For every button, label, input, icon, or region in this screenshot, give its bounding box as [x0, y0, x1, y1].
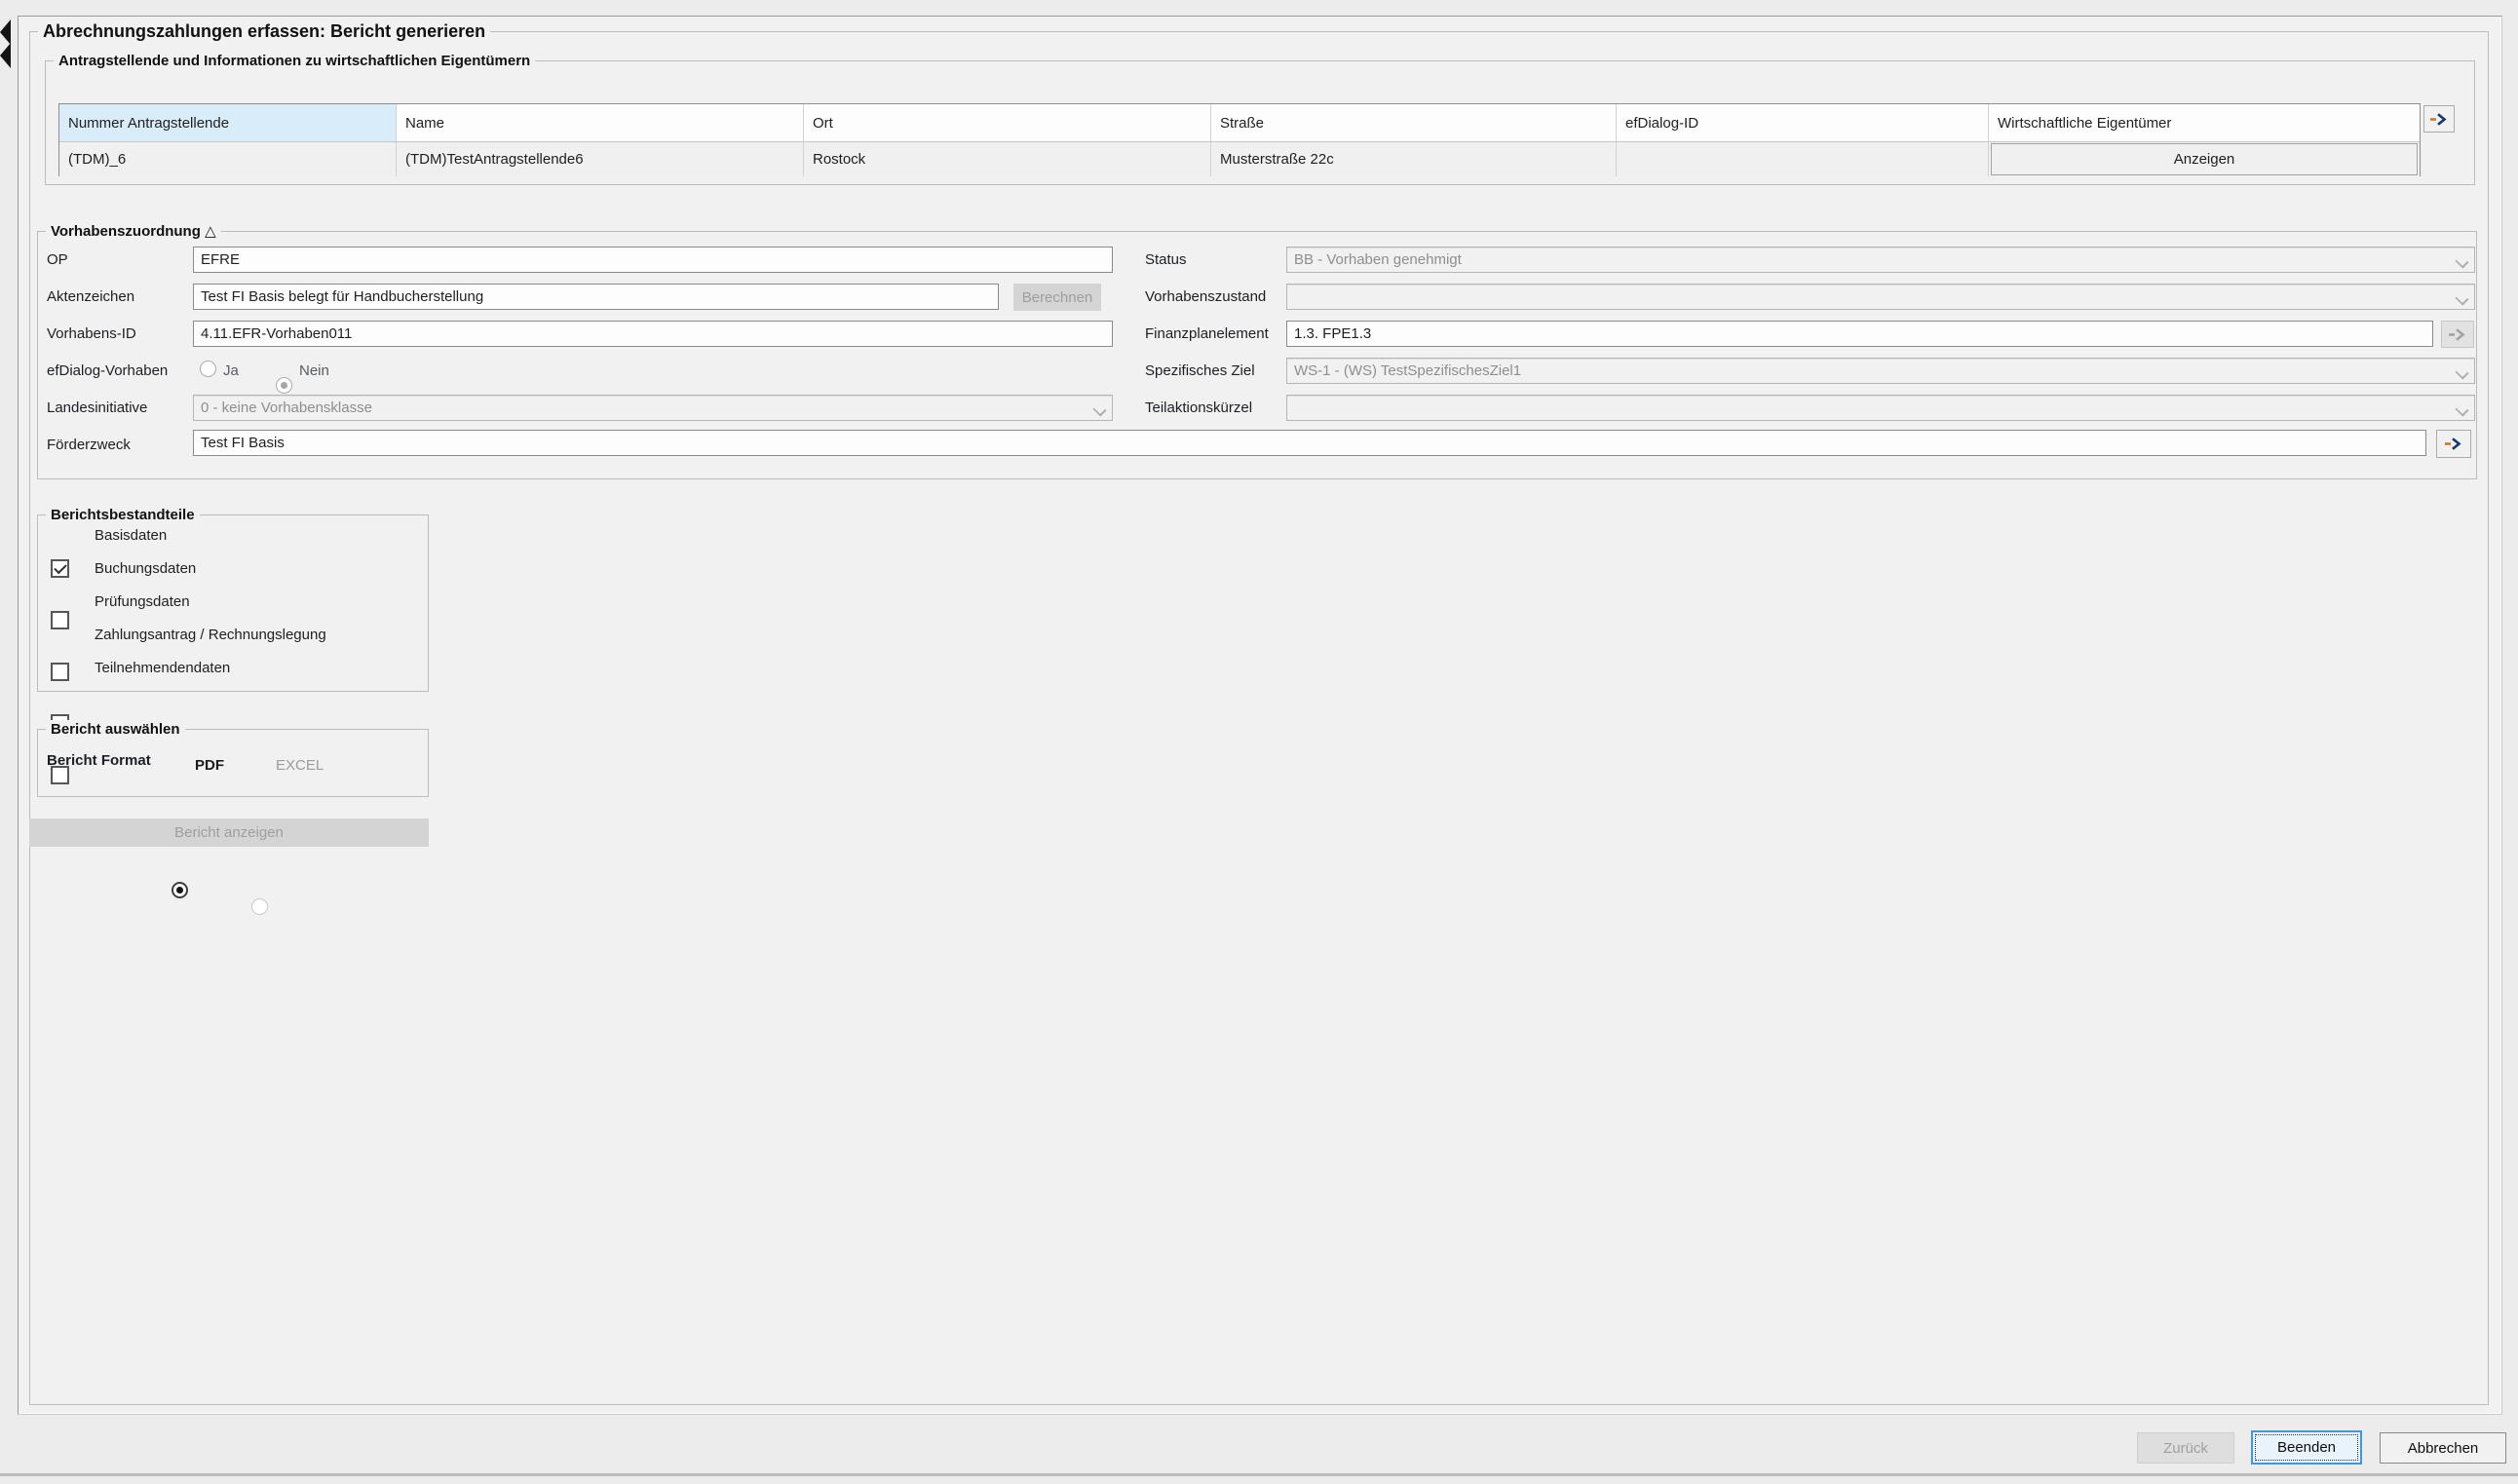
- beenden-button[interactable]: Beenden: [2251, 1430, 2362, 1465]
- pdf-radio[interactable]: [172, 882, 188, 898]
- finanzplanelement-input[interactable]: 1.3. FPE1.3: [1286, 321, 2433, 347]
- applicant-table: Nummer Antragstellende Name Ort Straße e…: [58, 103, 2421, 176]
- bericht-format-label: Bericht Format: [47, 752, 151, 769]
- chevron-down-icon: [2455, 291, 2468, 305]
- column-header-ort[interactable]: Ort: [804, 104, 1211, 141]
- berechnen-button[interactable]: Berechnen: [1013, 284, 1101, 311]
- column-header-wirtschaftliche-eigentuemer[interactable]: Wirtschaftliche Eigentümer: [1989, 104, 2420, 141]
- zurueck-button[interactable]: Zurück: [2137, 1432, 2234, 1464]
- page-title: Abrechnungszahlungen erfassen: Bericht g…: [38, 20, 490, 42]
- vorhabenszustand-label: Vorhabenszustand: [1145, 288, 1266, 305]
- landesinitiative-label: Landesinitiative: [47, 400, 147, 416]
- vorhaben-group-title-text: Vorhabenszuordnung: [51, 223, 201, 240]
- efdialog-vorhaben-label: efDialog-Vorhaben: [47, 362, 168, 379]
- column-header-nummer[interactable]: Nummer Antragstellende: [59, 104, 397, 141]
- arrow-right-icon: [2448, 328, 2467, 341]
- finanzplanelement-label: Finanzplanelement: [1145, 325, 1269, 342]
- arrow-left-icon: [0, 43, 11, 68]
- cell-efdialog-id: [1617, 142, 1989, 176]
- bericht-auswaehlen-group-title: Bericht auswählen: [46, 720, 185, 739]
- basisdaten-label: Basisdaten: [95, 527, 167, 544]
- window-bottom-edge: [0, 1473, 2518, 1476]
- spezifisches-ziel-select[interactable]: WS-1 - (WS) TestSpezifischesZiel1: [1286, 358, 2475, 384]
- vorhabens-id-input[interactable]: 4.11.EFR-Vorhaben011: [193, 321, 1113, 347]
- cell-nummer: (TDM)_6: [59, 142, 397, 176]
- vorhabens-id-label: Vorhabens-ID: [47, 325, 136, 342]
- aktenzeichen-input[interactable]: Test FI Basis belegt für Handbucherstell…: [193, 284, 999, 310]
- zahlungsantrag-label: Zahlungsantrag / Rechnungslegung: [95, 627, 326, 643]
- buchungsdaten-checkbox[interactable]: [51, 611, 69, 629]
- column-header-efdialog-id[interactable]: efDialog-ID: [1617, 104, 1989, 141]
- efdialog-nein-radio[interactable]: [276, 377, 292, 394]
- berichtsbestandteile-group-title: Berichtsbestandteile: [46, 506, 200, 524]
- cell-strasse: Musterstraße 22c: [1211, 142, 1617, 176]
- status-select[interactable]: BB - Vorhaben genehmigt: [1286, 247, 2475, 273]
- spezifisches-ziel-label: Spezifisches Ziel: [1145, 362, 1255, 379]
- teilnehmendendaten-label: Teilnehmendendaten: [95, 660, 230, 676]
- foerderzweck-open-button[interactable]: [2436, 430, 2471, 458]
- status-label: Status: [1145, 251, 1187, 268]
- spezifisches-ziel-value: WS-1 - (WS) TestSpezifischesZiel1: [1294, 362, 1521, 379]
- buchungsdaten-label: Buchungsdaten: [95, 560, 196, 577]
- pdf-label: PDF: [195, 757, 224, 774]
- foerderzweck-label: Förderzweck: [47, 437, 131, 453]
- vorhabenszustand-select[interactable]: [1286, 284, 2475, 310]
- arrow-right-icon: [2429, 113, 2449, 126]
- excel-label: EXCEL: [276, 757, 324, 774]
- efdialog-nein-label: Nein: [299, 362, 329, 379]
- aktenzeichen-label: Aktenzeichen: [47, 288, 134, 305]
- cell-name: (TDM)TestAntragstellende6: [397, 142, 804, 176]
- column-header-strasse[interactable]: Straße: [1211, 104, 1617, 141]
- abbrechen-button[interactable]: Abbrechen: [2380, 1432, 2506, 1464]
- vorhaben-group-title: Vorhabenszuordnung △: [46, 222, 221, 241]
- arrow-right-icon: [2444, 438, 2463, 450]
- cell-wirtschaftliche-eigentuemer: Anzeigen: [1989, 142, 2420, 176]
- collapse-triangle-icon[interactable]: △: [205, 223, 216, 240]
- teilaktionskuerzel-label: Teilaktionskürzel: [1145, 400, 1252, 416]
- applicant-group-title: Antragstellende und Informationen zu wir…: [54, 52, 535, 70]
- finanzplanelement-open-button[interactable]: [2441, 321, 2474, 348]
- open-applicant-button[interactable]: [2423, 105, 2455, 133]
- landesinitiative-select[interactable]: 0 - keine Vorhabensklasse: [193, 395, 1113, 421]
- op-input[interactable]: EFRE: [193, 247, 1113, 273]
- table-header-row: Nummer Antragstellende Name Ort Straße e…: [59, 104, 2420, 142]
- status-value: BB - Vorhaben genehmigt: [1294, 251, 1462, 268]
- chevron-down-icon: [2455, 402, 2468, 416]
- cell-ort: Rostock: [804, 142, 1211, 176]
- basisdaten-checkbox[interactable]: [51, 559, 69, 578]
- splitter-collapse-icon[interactable]: [0, 19, 11, 68]
- landesinitiative-value: 0 - keine Vorhabensklasse: [201, 400, 372, 416]
- table-row[interactable]: (TDM)_6 (TDM)TestAntragstellende6 Rostoc…: [59, 142, 2420, 176]
- op-label: OP: [47, 251, 68, 268]
- pruefungsdaten-label: Prüfungsdaten: [95, 593, 190, 610]
- chevron-down-icon: [2455, 254, 2468, 268]
- pruefungsdaten-checkbox[interactable]: [51, 663, 69, 681]
- efdialog-ja-label: Ja: [223, 362, 239, 379]
- teilaktionskuerzel-select[interactable]: [1286, 395, 2475, 421]
- efdialog-ja-radio[interactable]: [200, 361, 216, 377]
- foerderzweck-input[interactable]: Test FI Basis: [193, 430, 2426, 456]
- chevron-down-icon: [1092, 402, 1106, 416]
- bericht-anzeigen-button[interactable]: Bericht anzeigen: [29, 818, 429, 847]
- anzeigen-button[interactable]: Anzeigen: [1991, 143, 2418, 175]
- excel-radio[interactable]: [251, 898, 268, 915]
- column-header-name[interactable]: Name: [397, 104, 804, 141]
- report-generation-dialog: { "header": { "title": "Abrechnungszahlu…: [0, 0, 2518, 1484]
- chevron-down-icon: [2455, 365, 2468, 379]
- arrow-left-icon: [0, 19, 11, 45]
